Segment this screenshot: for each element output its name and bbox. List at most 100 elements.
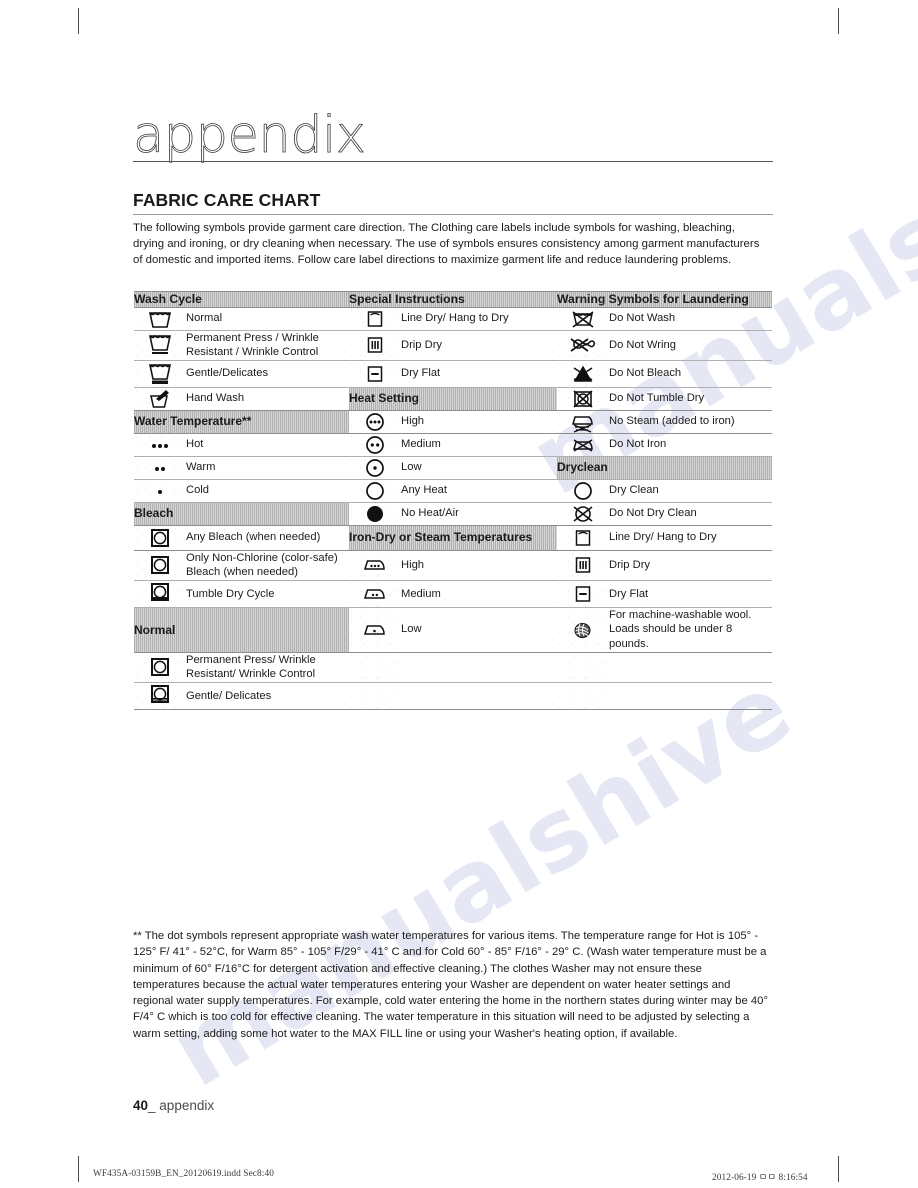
do-not-iron-icon	[557, 433, 609, 457]
table-row: Permanent Press / Wrinkle Resistant / Wr…	[134, 330, 773, 361]
three-dots-icon	[134, 433, 186, 457]
special-instruction-label: Dry Flat	[401, 360, 557, 388]
washtub-two-bar-icon	[134, 360, 186, 388]
page-label: appendix	[159, 1098, 215, 1113]
circle-filled-icon	[349, 502, 401, 526]
empty-label-cell	[401, 682, 557, 709]
section-header-water-temperature: Water Temperature**	[134, 410, 349, 434]
section-header-normal: Normal	[134, 607, 349, 653]
special-instruction-label: Low	[401, 456, 557, 480]
chapter-rule	[133, 161, 773, 162]
warning-symbol-label: Do Not Wring	[609, 330, 773, 361]
table-row: Tumble Dry Cycle Medium Dry Flat	[134, 580, 773, 608]
washtub-one-bar-icon	[134, 330, 186, 361]
warning-symbol-label: Do Not Bleach	[609, 360, 773, 388]
warning-symbol-label: Do Not Dry Clean	[609, 502, 773, 526]
table-row: Permanent Press/ Wrinkle Resistant/ Wrin…	[134, 652, 773, 683]
column-header-wash-cycle: Wash Cycle	[134, 291, 349, 308]
special-instruction-label: High	[401, 550, 557, 581]
warning-symbol-label: Dry Clean	[609, 479, 773, 503]
crop-mark-top-left	[78, 8, 79, 34]
dryer-one-bar-icon	[134, 580, 186, 608]
special-instruction-label: Medium	[401, 580, 557, 608]
do-not-bleach-icon	[557, 360, 609, 388]
empty-label-cell	[401, 652, 557, 683]
dryer-icon	[134, 550, 186, 581]
table-row: Normal Low For machine-washable wool. Lo…	[134, 607, 773, 653]
warning-symbol-label: Dry Flat	[609, 580, 773, 608]
wash-cycle-label: Normal	[186, 307, 349, 331]
table-row: Gentle/Delicates Dry Flat Do Not Bleach	[134, 360, 773, 388]
washtub-icon	[134, 307, 186, 331]
special-instruction-label: Line Dry/ Hang to Dry	[401, 307, 557, 331]
section-header-iron-dry-or-steam: Iron-Dry or Steam Temperatures	[349, 525, 557, 551]
table-row: Any Bleach (when needed) Iron-Dry or Ste…	[134, 525, 773, 551]
table-row: Only Non-Chlorine (color-safe) Bleach (w…	[134, 550, 773, 581]
wash-cycle-label: Gentle/ Delicates	[186, 689, 272, 702]
page-number-separator: _	[148, 1098, 160, 1113]
empty-symbol-cell	[557, 652, 609, 683]
circle-three-dots-icon	[349, 410, 401, 434]
drip-dry-icon	[349, 330, 401, 361]
wool-icon	[557, 607, 609, 653]
wash-cycle-label: Cold	[186, 479, 349, 503]
dry-clean-icon	[557, 479, 609, 503]
table-row: Normal Line Dry/ Hang to Dry Do Not Wash	[134, 307, 773, 331]
empty-label-cell	[609, 652, 773, 683]
wash-cycle-label: Tumble Dry Cycle	[186, 580, 349, 608]
warning-symbol-label: Do Not Tumble Dry	[609, 387, 773, 411]
iron-three-dots-icon	[349, 550, 401, 581]
do-not-dry-clean-icon	[557, 502, 609, 526]
dryer-icon	[134, 652, 186, 683]
iron-two-dots-icon	[349, 580, 401, 608]
empty-symbol-cell	[349, 652, 401, 683]
wash-cycle-label: Gentle/Delicates	[186, 360, 349, 388]
do-not-tumble-dry-icon	[557, 387, 609, 411]
table-row: Cold Any Heat Dry Clean	[134, 479, 773, 503]
warning-symbol-label: Line Dry/ Hang to Dry	[609, 525, 773, 551]
wash-cycle-label: Permanent Press / Wrinkle Resistant / Wr…	[186, 330, 349, 361]
intro-paragraph: The following symbols provide garment ca…	[133, 222, 760, 267]
empty-symbol-cell	[557, 682, 609, 710]
empty-symbol-cell	[349, 682, 401, 710]
circle-two-dots-icon	[349, 433, 401, 457]
one-dot-icon	[134, 479, 186, 503]
dry-flat-icon	[349, 360, 401, 388]
table-row: Hand Wash Heat Setting Do Not Tumble Dry	[134, 387, 773, 411]
dry-flat-icon	[557, 580, 609, 608]
warning-symbol-label: Drip Dry	[609, 550, 773, 581]
warning-symbol-label: Do Not Wash	[609, 307, 773, 331]
page-number: 40	[133, 1098, 149, 1113]
warning-symbol-label: Do Not Iron	[609, 433, 773, 457]
chapter-title: appendix	[133, 106, 367, 165]
crop-mark-top-right	[838, 8, 839, 34]
wash-cycle-label: Only Non-Chlorine (color-safe) Bleach (w…	[186, 550, 349, 581]
warning-symbol-label: For machine-washable wool. Loads should …	[609, 607, 773, 653]
no-steam-icon	[557, 410, 609, 434]
line-dry-icon	[557, 525, 609, 551]
special-instruction-label: Low	[401, 607, 557, 653]
wash-cycle-label: Hand Wash	[186, 387, 349, 411]
table-row: Water Temperature** High No Steam (added…	[134, 410, 773, 434]
circle-empty-icon	[349, 479, 401, 503]
crop-mark-bottom-right	[838, 1156, 839, 1182]
page-number-block: 40_ appendix	[133, 1098, 214, 1113]
section-header-bleach: Bleach	[134, 502, 349, 526]
fabric-care-table: Wash Cycle Special Instructions Warning …	[134, 291, 773, 710]
two-dots-icon	[134, 456, 186, 480]
crop-mark-bottom-left	[78, 1156, 79, 1182]
dryer-two-bar-icon	[134, 682, 186, 710]
print-footer-timestamp: 2012-06-19 ㅁㅁ 8:16:54	[712, 1173, 808, 1183]
chapter-title-block: appendix	[133, 106, 773, 170]
table-header-row: Wash Cycle Special Instructions Warning …	[134, 291, 773, 308]
wash-cycle-label: Any Bleach (when needed)	[186, 525, 349, 551]
section-heading-rule	[133, 214, 773, 215]
drip-dry-icon	[557, 550, 609, 581]
dryer-icon	[134, 525, 186, 551]
table-row: Warm Low Dryclean	[134, 456, 773, 480]
do-not-wring-icon	[557, 330, 609, 361]
column-header-special-instructions: Special Instructions	[349, 291, 557, 308]
column-header-warning-symbols: Warning Symbols for Laundering	[557, 291, 773, 308]
section-header-dryclean: Dryclean	[557, 456, 773, 480]
table-row: Bleach No Heat/Air Do Not Dry Clean	[134, 502, 773, 526]
